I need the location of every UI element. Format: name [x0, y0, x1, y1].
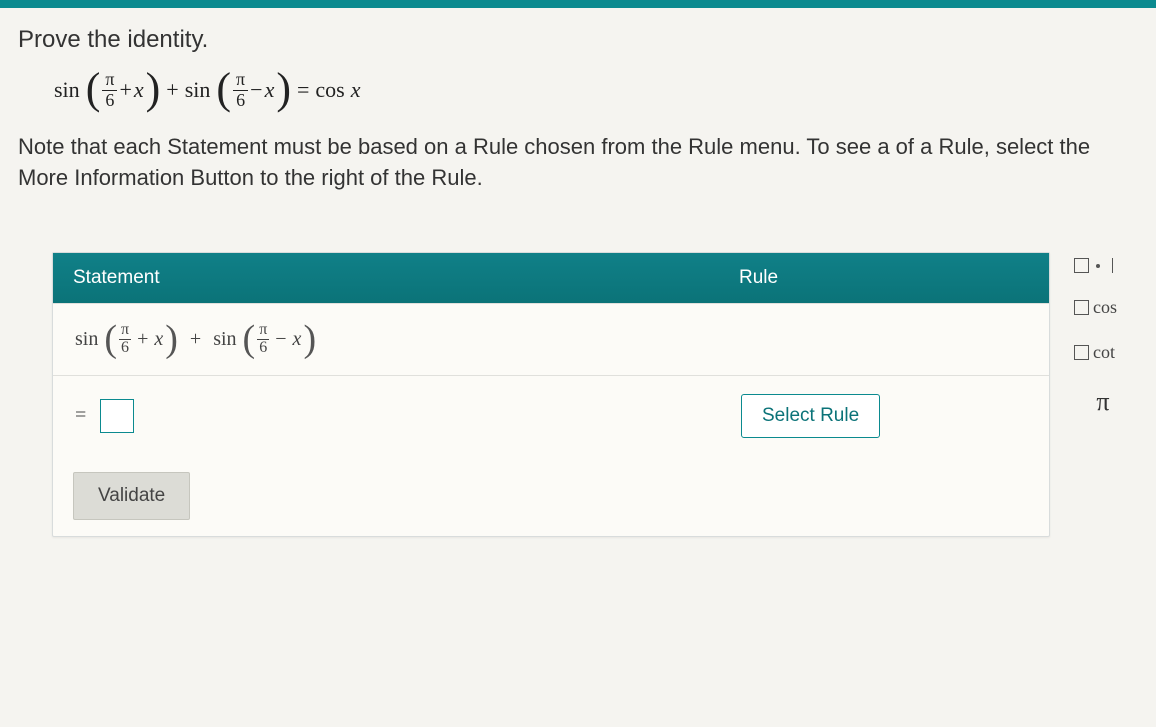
square-icon [1074, 345, 1089, 360]
rparen-icon: ) [165, 326, 178, 353]
rparen-icon: ) [303, 326, 316, 353]
cos-label: cos [1093, 297, 1117, 318]
den: 6 [102, 91, 117, 111]
table-row: = Select Rule [53, 375, 1049, 456]
lparen-icon: ( [243, 326, 256, 353]
den: 6 [119, 340, 131, 357]
num: π [233, 70, 248, 91]
sin1: sin [54, 77, 80, 103]
group2: ( π 6 − x ) [216, 70, 291, 111]
proof-table: Statement Rule sin ( π 6 + x ) [52, 252, 1050, 537]
symbol-palette: cos cot π [1074, 252, 1132, 417]
minus-op: − [250, 77, 262, 103]
minus-op: − [275, 328, 286, 351]
square-icon [1107, 258, 1113, 273]
equals: = [75, 404, 86, 427]
main-content: Prove the identity. sin ( π 6 + x ) + si… [0, 8, 1156, 537]
header-statement: Statement [53, 253, 719, 303]
answer-input[interactable] [100, 399, 134, 433]
statement-cell-1: sin ( π 6 + x ) + sin ( [53, 304, 719, 375]
fraction: π 6 [257, 322, 269, 357]
validate-button[interactable]: Validate [73, 472, 190, 520]
var-x: x [293, 328, 302, 351]
plus: + [166, 77, 178, 103]
num: π [102, 70, 117, 91]
palette-pi[interactable]: π [1074, 387, 1132, 417]
group1: ( π 6 + x ) [86, 70, 161, 111]
num: π [257, 322, 269, 340]
lparen-icon: ( [216, 71, 231, 106]
square-icon [1074, 300, 1089, 315]
lparen-icon: ( [86, 71, 101, 106]
statement-cell-2: = [53, 376, 719, 456]
rule-cell-2: Select Rule [719, 376, 1049, 456]
den: 6 [233, 91, 248, 111]
equals: = [297, 77, 309, 103]
rparen-icon: ) [146, 71, 161, 106]
group1: ( π 6 + x ) [104, 322, 178, 357]
cos: cos [315, 77, 344, 103]
lparen-icon: ( [104, 326, 117, 353]
top-accent-bar [0, 0, 1156, 8]
palette-box-dot-box[interactable] [1074, 258, 1132, 273]
proof-area: Statement Rule sin ( π 6 + x ) [18, 252, 1132, 537]
var-x: x [154, 328, 163, 351]
identity-equation: sin ( π 6 + x ) + sin ( π 6 − x ) = cos … [54, 70, 1132, 111]
cot-label: cot [1093, 342, 1115, 363]
plus-op: + [119, 77, 131, 103]
palette-cot[interactable]: cot [1074, 342, 1132, 363]
prompt-title: Prove the identity. [18, 26, 1132, 54]
sin2: sin [185, 77, 211, 103]
var-x-rhs: x [351, 77, 361, 103]
fraction-pi-over-6-b: π 6 [233, 70, 248, 111]
fraction-pi-over-6-a: π 6 [102, 70, 117, 111]
var-x: x [134, 77, 144, 103]
group2: ( π 6 − x ) [243, 322, 317, 357]
fraction: π 6 [119, 322, 131, 357]
table-row: sin ( π 6 + x ) + sin ( [53, 303, 1049, 375]
num: π [119, 322, 131, 340]
dot-icon [1096, 264, 1100, 268]
sin2: sin [213, 328, 236, 351]
plus-op: + [137, 328, 148, 351]
validate-row: Validate [53, 456, 1049, 536]
plus: + [190, 328, 201, 351]
header-rule: Rule [719, 253, 1049, 303]
var-x: x [265, 77, 275, 103]
rparen-icon: ) [276, 71, 291, 106]
square-icon [1074, 258, 1089, 273]
select-rule-button[interactable]: Select Rule [741, 394, 880, 438]
den: 6 [257, 340, 269, 357]
palette-cos[interactable]: cos [1074, 297, 1132, 318]
table-header: Statement Rule [53, 253, 1049, 303]
sin1: sin [75, 328, 98, 351]
instruction-note: Note that each Statement must be based o… [18, 131, 1132, 195]
rule-cell-1 [719, 304, 1049, 375]
